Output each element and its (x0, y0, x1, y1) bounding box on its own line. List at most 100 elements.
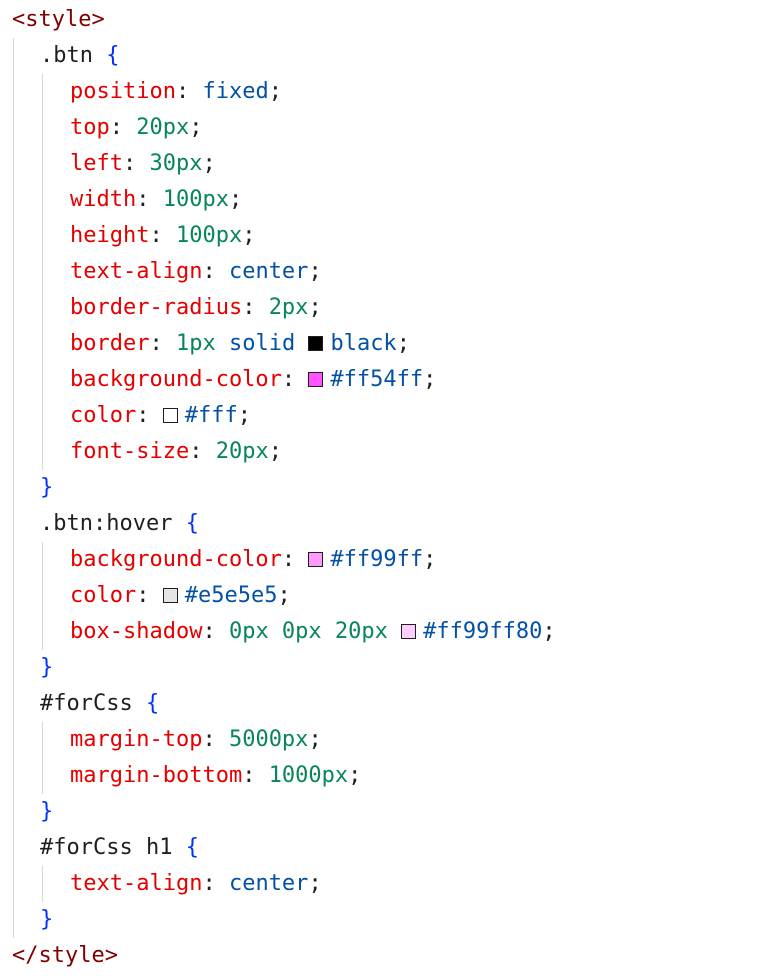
colon: : (149, 223, 176, 248)
code-line[interactable]: left: 30px; (70, 146, 216, 182)
indent-guide (42, 722, 43, 794)
semicolon: ; (308, 727, 322, 752)
css-value: center (228, 871, 309, 896)
code-line[interactable]: font-size: 20px; (70, 434, 282, 470)
css-value: 20px (136, 115, 190, 140)
css-property: box-shadow (70, 619, 203, 644)
code-line[interactable]: margin-bottom: 1000px; (70, 758, 361, 794)
code-line[interactable]: <style> (12, 2, 105, 38)
code-line[interactable]: text-align: center; (70, 254, 322, 290)
colon: : (136, 187, 163, 212)
code-line[interactable]: background-color: #ff99ff; (70, 542, 436, 578)
code-line[interactable]: box-shadow: 0px 0px 20px #ff99ff80; (70, 614, 556, 650)
colon: : (242, 295, 269, 320)
semicolon: ; (542, 619, 556, 644)
code-line[interactable]: text-align: center; (70, 866, 322, 902)
indent-guide (13, 38, 14, 938)
semicolon: ; (396, 331, 410, 356)
css-selector: #forCss (40, 691, 133, 716)
css-property: background-color (70, 547, 282, 572)
code-line[interactable]: } (40, 470, 53, 506)
css-property: text-align (70, 871, 203, 896)
colon: : (242, 763, 269, 788)
css-selector: #forCss h1 (40, 835, 173, 860)
css-property: border (70, 331, 150, 356)
code-line[interactable]: width: 100px; (70, 182, 242, 218)
colon: : (175, 79, 203, 104)
color-swatch-icon[interactable] (401, 624, 417, 639)
code-line[interactable]: background-color: #ff54ff; (70, 362, 436, 398)
close-brace: } (40, 799, 54, 824)
css-value: #fff (184, 403, 238, 428)
css-value: #e5e5e5 (184, 583, 278, 608)
css-property: color (70, 403, 137, 428)
color-swatch-icon[interactable] (162, 588, 178, 603)
code-line[interactable]: top: 20px; (70, 110, 202, 146)
semicolon: ; (308, 871, 322, 896)
css-property: position (70, 79, 176, 104)
semicolon: ; (308, 259, 322, 284)
color-swatch-icon[interactable] (162, 408, 178, 423)
css-selector: .btn (40, 43, 93, 68)
colon: : (149, 331, 176, 356)
color-swatch-icon[interactable] (308, 336, 324, 351)
css-value: #ff54ff (330, 367, 424, 392)
code-line[interactable]: border-radius: 2px; (70, 290, 322, 326)
colon: : (281, 367, 309, 392)
code-line[interactable]: .btn:hover { (40, 506, 199, 542)
indent-guide (42, 74, 43, 470)
close-brace: } (40, 655, 54, 680)
code-line[interactable]: margin-top: 5000px; (70, 722, 322, 758)
open-brace: { (92, 43, 120, 68)
css-value: #ff99ff (330, 547, 424, 572)
semicolon: ; (237, 403, 251, 428)
style-open-tag: <style> (12, 7, 105, 32)
css-property: color (70, 583, 137, 608)
css-value: solid (215, 331, 309, 356)
code-line[interactable]: height: 100px; (70, 218, 255, 254)
semicolon: ; (348, 763, 362, 788)
colon: : (202, 871, 229, 896)
semicolon: ; (268, 79, 282, 104)
code-line[interactable]: position: fixed; (70, 74, 282, 110)
code-line[interactable]: #forCss { (40, 686, 159, 722)
colon: : (202, 727, 229, 752)
colon: : (189, 439, 216, 464)
color-swatch-icon[interactable] (308, 372, 324, 387)
colon: : (136, 583, 163, 608)
indent-guide (42, 866, 43, 902)
css-property: margin-bottom (70, 763, 243, 788)
open-brace: { (172, 511, 199, 536)
colon: : (202, 619, 229, 644)
css-value: fixed (202, 79, 269, 104)
code-line[interactable]: color: #fff; (70, 398, 251, 434)
semicolon: ; (189, 115, 203, 140)
code-line[interactable]: } (40, 794, 53, 830)
css-property: font-size (70, 439, 190, 464)
color-swatch-icon[interactable] (308, 552, 324, 567)
css-value: 1px (175, 331, 216, 356)
semicolon: ; (228, 187, 243, 212)
indent-guide (42, 542, 43, 650)
css-value: black (330, 331, 397, 356)
colon: : (281, 547, 309, 572)
css-property: margin-top (70, 727, 203, 752)
css-value: 0px 0px 20px (228, 619, 402, 644)
code-line[interactable]: .btn { (40, 38, 119, 74)
code-line[interactable]: } (40, 902, 53, 938)
colon: : (202, 259, 229, 284)
code-editor[interactable]: <style> .btn {position: fixed; top: 20px; l… (0, 0, 768, 980)
css-value: center (228, 259, 309, 284)
code-line[interactable]: </style> (12, 938, 118, 974)
semicolon: ; (202, 151, 216, 176)
code-line[interactable]: } (40, 650, 53, 686)
open-brace: { (132, 691, 160, 716)
code-line[interactable]: color: #e5e5e5; (70, 578, 291, 614)
css-property: height (70, 223, 150, 248)
colon: : (109, 115, 137, 140)
semicolon: ; (268, 439, 282, 464)
css-property: background-color (70, 367, 282, 392)
css-value: 1000px (268, 763, 349, 788)
code-line[interactable]: #forCss h1 { (40, 830, 199, 866)
code-line[interactable]: border: 1px solid black; (70, 326, 410, 362)
